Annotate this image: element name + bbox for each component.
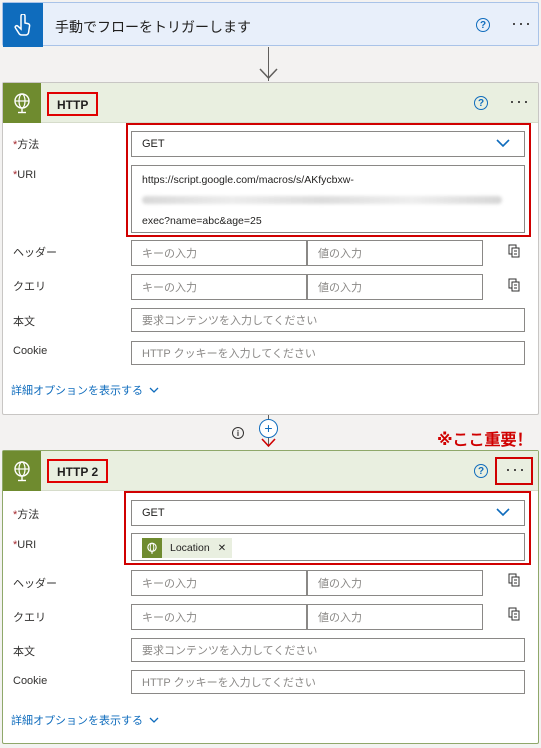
body-input[interactable]: 要求コンテンツを入力してください	[131, 308, 525, 332]
delete-icon[interactable]	[508, 244, 520, 258]
query-label: クエリ	[13, 281, 46, 293]
uri-input[interactable]: https://script.google.com/macros/s/AKfyc…	[131, 165, 525, 233]
globe-icon	[3, 83, 41, 123]
redacted-text	[142, 196, 502, 204]
delete-icon[interactable]	[508, 278, 520, 292]
show-advanced-options-link[interactable]: 詳細オプションを表示する	[11, 712, 159, 728]
arrow-down-icon	[261, 438, 276, 448]
body-label: 本文	[13, 646, 35, 658]
arrow-down-icon	[259, 68, 278, 80]
remove-token-icon[interactable]: ✕	[218, 543, 226, 554]
headers-label: ヘッダー	[13, 247, 57, 259]
annotation-note: ※ここ重要！	[437, 432, 533, 449]
cookie-input[interactable]: HTTP クッキーを入力してください	[131, 670, 525, 694]
method-label: *方法	[13, 139, 40, 151]
more-options-button[interactable]: ···	[511, 14, 532, 32]
delete-icon[interactable]	[508, 573, 520, 587]
body-input[interactable]: 要求コンテンツを入力してください	[131, 638, 525, 662]
chevron-down-icon	[149, 717, 159, 723]
method-value: GET	[142, 138, 165, 150]
header-key-input[interactable]: キーの入力	[131, 240, 307, 266]
query-value-input[interactable]: 値の入力	[307, 604, 483, 630]
trigger-title: 手動でフローをトリガーします	[55, 19, 251, 35]
method-select[interactable]: GET	[131, 500, 525, 526]
http-card-header[interactable]: HTTP ? ···	[3, 83, 538, 123]
cookie-input[interactable]: HTTP クッキーを入力してください	[131, 341, 525, 365]
http-action-card[interactable]: HTTP ? ··· *方法 GET *URI https://script.g…	[2, 82, 539, 415]
headers-label: ヘッダー	[13, 578, 57, 590]
help-icon[interactable]: ?	[474, 96, 488, 110]
header-key-input[interactable]: キーの入力	[131, 570, 307, 596]
chevron-down-icon	[496, 508, 510, 517]
cookie-label: Cookie	[13, 675, 48, 687]
more-options-button[interactable]: ···	[509, 92, 530, 110]
chevron-down-icon	[496, 139, 510, 148]
uri-line-3: exec?name=abc&age=25	[142, 215, 262, 227]
query-value-input[interactable]: 値の入力	[307, 274, 483, 300]
body-label: 本文	[13, 316, 35, 328]
query-label: クエリ	[13, 612, 46, 624]
method-value: GET	[142, 507, 165, 519]
chevron-down-icon	[149, 387, 159, 393]
trigger-card[interactable]: 手動でフローをトリガーします ? ···	[2, 2, 539, 47]
touch-icon	[3, 3, 43, 47]
method-select[interactable]: GET	[131, 131, 525, 157]
help-icon[interactable]: ?	[474, 464, 488, 478]
query-key-input[interactable]: キーの入力	[131, 604, 307, 630]
add-step-button[interactable]: +	[259, 419, 278, 438]
query-key-input[interactable]: キーの入力	[131, 274, 307, 300]
header-value-input[interactable]: 値の入力	[307, 570, 483, 596]
globe-icon	[142, 538, 162, 558]
show-advanced-options-link[interactable]: 詳細オプションを表示する	[11, 382, 159, 398]
http-action-card-2[interactable]: HTTP 2 ? ··· *方法 GET *URI Location ✕ ヘッダ…	[2, 450, 539, 744]
method-label: *方法	[13, 509, 40, 521]
help-icon[interactable]: ?	[476, 18, 490, 32]
delete-icon[interactable]	[508, 607, 520, 621]
header-value-input[interactable]: 値の入力	[307, 240, 483, 266]
uri-line-1: https://script.google.com/macros/s/AKfyc…	[142, 174, 354, 186]
globe-icon	[3, 451, 41, 491]
http-card-header[interactable]: HTTP 2 ? ···	[3, 451, 538, 491]
uri-label: *URI	[13, 169, 37, 181]
token-label: Location	[170, 542, 210, 554]
uri-label: *URI	[13, 539, 37, 551]
uri-input[interactable]: Location ✕	[131, 533, 525, 561]
dynamic-content-token[interactable]: Location ✕	[142, 538, 233, 558]
info-icon[interactable]: i	[232, 427, 244, 439]
action-name[interactable]: HTTP 2	[47, 459, 109, 483]
more-options-button[interactable]: ···	[505, 460, 526, 478]
cookie-label: Cookie	[13, 345, 48, 357]
action-name[interactable]: HTTP	[47, 92, 99, 116]
